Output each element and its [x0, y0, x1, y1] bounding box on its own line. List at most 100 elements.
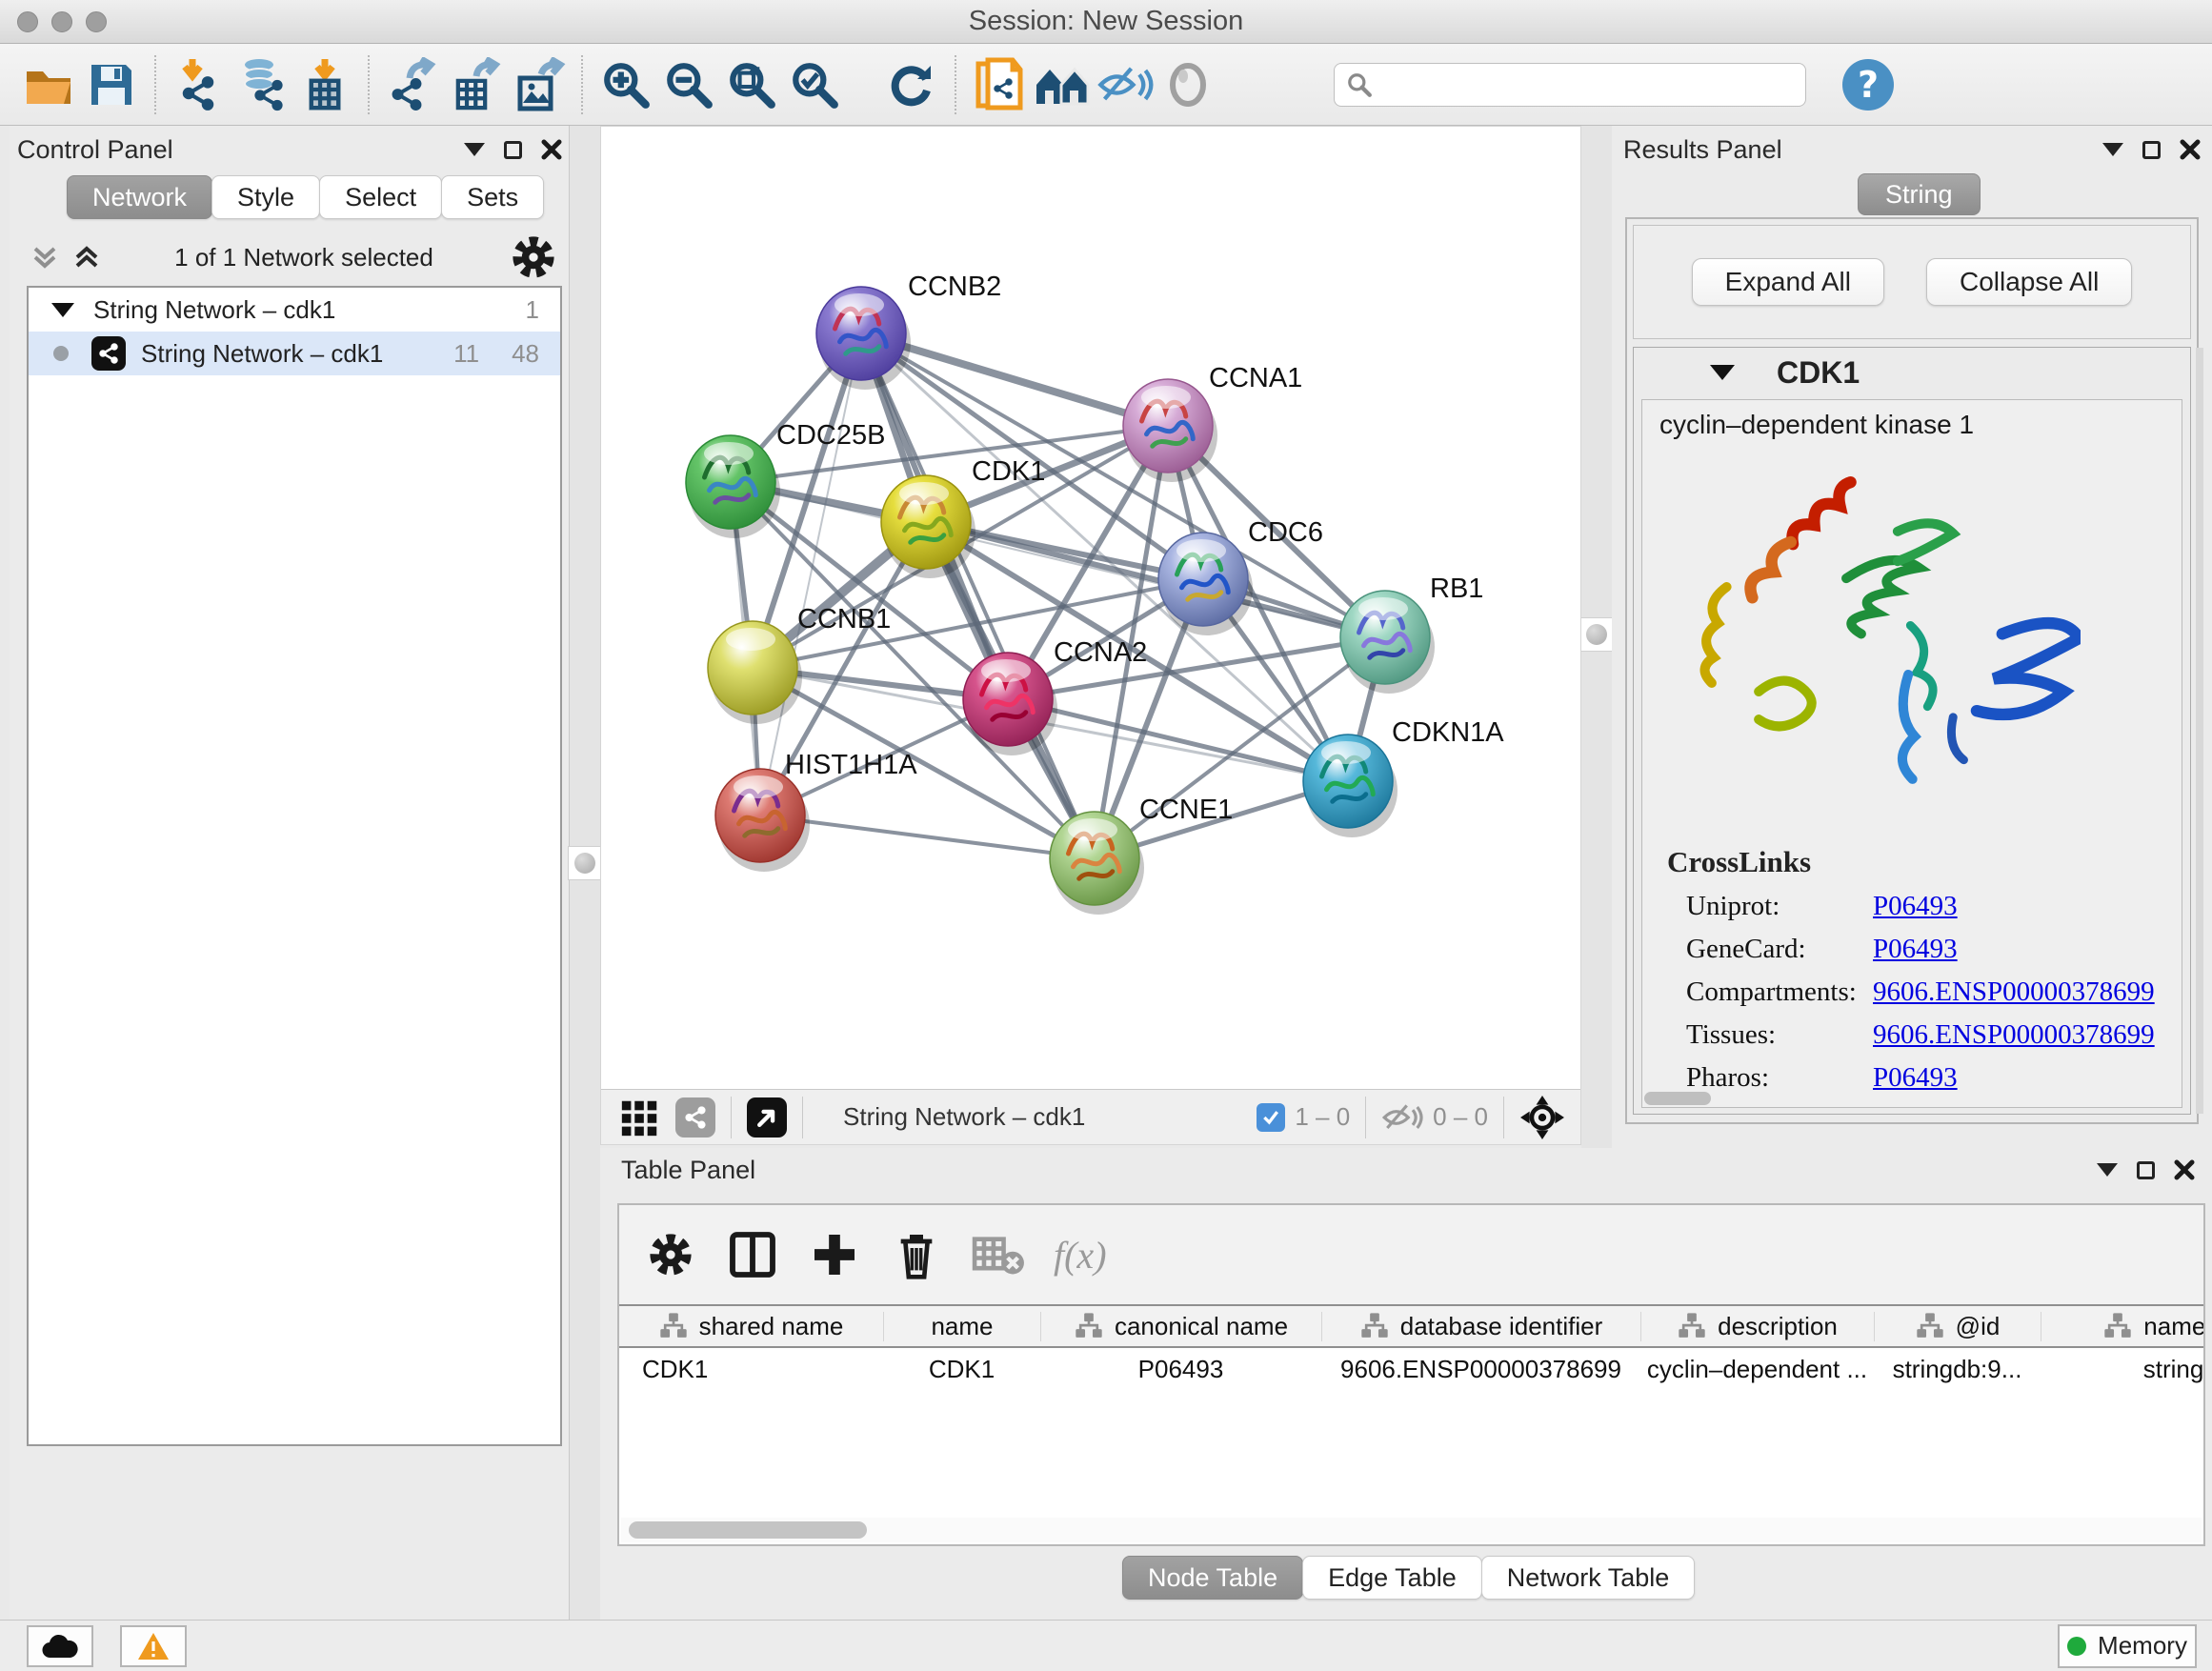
crosslink-link[interactable]: 9606.ENSP00000378699 — [1873, 976, 2155, 1008]
table-cell[interactable]: 9606.ENSP00000378699 — [1321, 1347, 1640, 1391]
network-canvas[interactable]: CCNB2CCNA1CDC25BCDK1CDC6RB1CCNB1CCNA2CDK… — [601, 127, 1580, 1089]
refresh-button[interactable] — [880, 53, 943, 116]
table-cell[interactable]: stringdb — [2041, 1347, 2205, 1391]
network-edge-HIST1H1A-CCNE1[interactable] — [760, 815, 1095, 858]
network-node-HIST1H1A[interactable] — [715, 769, 810, 872]
export-network-button[interactable] — [381, 53, 444, 116]
warnings-button[interactable] — [120, 1625, 187, 1667]
column-header--id[interactable]: @id — [1874, 1305, 2041, 1347]
network-node-CDC25B[interactable] — [686, 435, 780, 538]
column-header-database-identifier[interactable]: database identifier — [1321, 1305, 1640, 1347]
tab-node-table[interactable]: Node Table — [1122, 1556, 1303, 1600]
left-splitter[interactable] — [570, 126, 600, 1620]
table-hscrollbar-track[interactable] — [621, 1518, 2202, 1542]
gene-card-collapse-icon[interactable] — [1710, 365, 1735, 380]
fit-selected-crosshair-icon[interactable] — [1519, 1095, 1565, 1140]
help-button[interactable]: ? — [1842, 59, 1894, 111]
tab-string[interactable]: String — [1858, 173, 1981, 215]
column-header-canonical-name[interactable]: canonical name — [1040, 1305, 1321, 1347]
network-collection-row[interactable]: String Network – cdk1 1 — [29, 288, 560, 332]
control-panel-float-icon[interactable] — [504, 141, 522, 159]
network-node-CDKN1A[interactable] — [1303, 735, 1398, 837]
network-node-CCNA1[interactable] — [1123, 379, 1217, 482]
collapse-all-button[interactable]: Collapse All — [1926, 258, 2132, 306]
import-database-button[interactable] — [231, 53, 293, 116]
crosslink-link[interactable]: P06493 — [1873, 891, 1958, 922]
save-session-button[interactable] — [80, 53, 143, 116]
table-cell[interactable]: stringdb:9... — [1874, 1347, 2041, 1391]
tab-select[interactable]: Select — [319, 175, 442, 219]
results-vscrollbar[interactable] — [2196, 348, 2203, 1114]
zoom-fit-button[interactable] — [720, 53, 783, 116]
crosslink-link[interactable]: P06493 — [1873, 1062, 1958, 1094]
column-header-shared-name[interactable]: shared name — [619, 1305, 883, 1347]
string-home-button[interactable] — [1031, 53, 1094, 116]
collapse-all-icon[interactable] — [30, 243, 59, 272]
expand-all-button[interactable]: Expand All — [1692, 258, 1884, 306]
network-node-CCNB2[interactable] — [816, 287, 911, 390]
show-columns-icon[interactable] — [726, 1228, 779, 1281]
column-header-name[interactable]: name — [883, 1305, 1040, 1347]
column-header-namespace[interactable]: namespace — [2041, 1305, 2205, 1347]
search-input[interactable] — [1373, 66, 1805, 104]
table-hscrollbar-thumb[interactable] — [629, 1521, 867, 1539]
birdseye-view-icon[interactable] — [747, 1097, 787, 1137]
export-table-button[interactable] — [444, 53, 507, 116]
zoom-out-button[interactable] — [657, 53, 720, 116]
open-session-button[interactable] — [17, 53, 80, 116]
table-cell[interactable]: cyclin–dependent ... — [1640, 1347, 1874, 1391]
string-view-icon[interactable] — [675, 1097, 715, 1137]
collection-expand-icon[interactable] — [51, 303, 74, 317]
memory-button[interactable]: Memory — [2058, 1624, 2197, 1668]
table-cell[interactable]: CDK1 — [883, 1347, 1040, 1391]
export-image-button[interactable] — [507, 53, 570, 116]
zoom-in-button[interactable] — [594, 53, 657, 116]
delete-table-icon[interactable] — [972, 1228, 1025, 1281]
tab-network-table[interactable]: Network Table — [1481, 1556, 1696, 1600]
right-splitter[interactable] — [1581, 126, 1612, 1148]
cloud-button[interactable] — [27, 1625, 93, 1667]
tab-edge-table[interactable]: Edge Table — [1302, 1556, 1482, 1600]
network-row[interactable]: String Network – cdk1 11 48 — [29, 332, 560, 375]
table-panel-close-icon[interactable] — [2174, 1159, 2195, 1180]
table-options-gear-icon[interactable] — [644, 1228, 697, 1281]
table-cell[interactable]: P06493 — [1040, 1347, 1321, 1391]
selected-checkbox-icon[interactable] — [1257, 1103, 1285, 1132]
right-splitter-handle[interactable] — [1579, 617, 1614, 652]
left-splitter-handle[interactable] — [568, 846, 602, 880]
tab-style[interactable]: Style — [211, 175, 320, 219]
gene-card-header[interactable]: CDK1 — [1634, 348, 2190, 397]
expand-all-icon[interactable] — [72, 243, 101, 272]
crosslink-link[interactable]: P06493 — [1873, 934, 1958, 965]
table-panel-collapse-icon[interactable] — [2097, 1163, 2118, 1177]
results-panel-close-icon[interactable] — [2180, 139, 2201, 160]
string-glass-button[interactable] — [1094, 53, 1156, 116]
add-column-icon[interactable] — [808, 1228, 861, 1281]
network-node-CCNE1[interactable] — [1050, 812, 1144, 915]
import-table-button[interactable] — [293, 53, 356, 116]
crosslink-link[interactable]: 9606.ENSP00000378699 — [1873, 1019, 2155, 1051]
table-row[interactable]: CDK1CDK1P064939606.ENSP00000378699cyclin… — [619, 1347, 2205, 1391]
search-field[interactable] — [1334, 63, 1806, 107]
tab-network[interactable]: Network — [67, 175, 212, 219]
control-panel-collapse-icon[interactable] — [464, 143, 485, 156]
network-options-gear-icon[interactable] — [507, 231, 560, 284]
delete-column-icon[interactable] — [890, 1228, 943, 1281]
column-header-description[interactable]: description — [1640, 1305, 1874, 1347]
network-node-CCNA2[interactable] — [963, 653, 1057, 755]
import-network-button[interactable] — [168, 53, 231, 116]
table-panel-float-icon[interactable] — [2137, 1161, 2155, 1179]
results-hscrollbar[interactable] — [1644, 1092, 1711, 1105]
function-builder-icon[interactable]: f(x) — [1054, 1233, 1107, 1278]
results-panel-float-icon[interactable] — [2142, 141, 2161, 159]
zoom-selected-button[interactable] — [783, 53, 846, 116]
table-cell[interactable]: CDK1 — [619, 1347, 883, 1391]
grid-mode-icon[interactable] — [618, 1091, 662, 1144]
results-panel-collapse-icon[interactable] — [2102, 143, 2123, 156]
string-eye-button[interactable] — [1156, 53, 1219, 116]
string-protein-query-button[interactable] — [968, 53, 1031, 116]
network-node-RB1[interactable] — [1340, 591, 1435, 694]
tab-sets[interactable]: Sets — [441, 175, 544, 219]
control-panel-close-icon[interactable] — [541, 139, 562, 160]
network-node-CDK1[interactable] — [881, 475, 975, 578]
